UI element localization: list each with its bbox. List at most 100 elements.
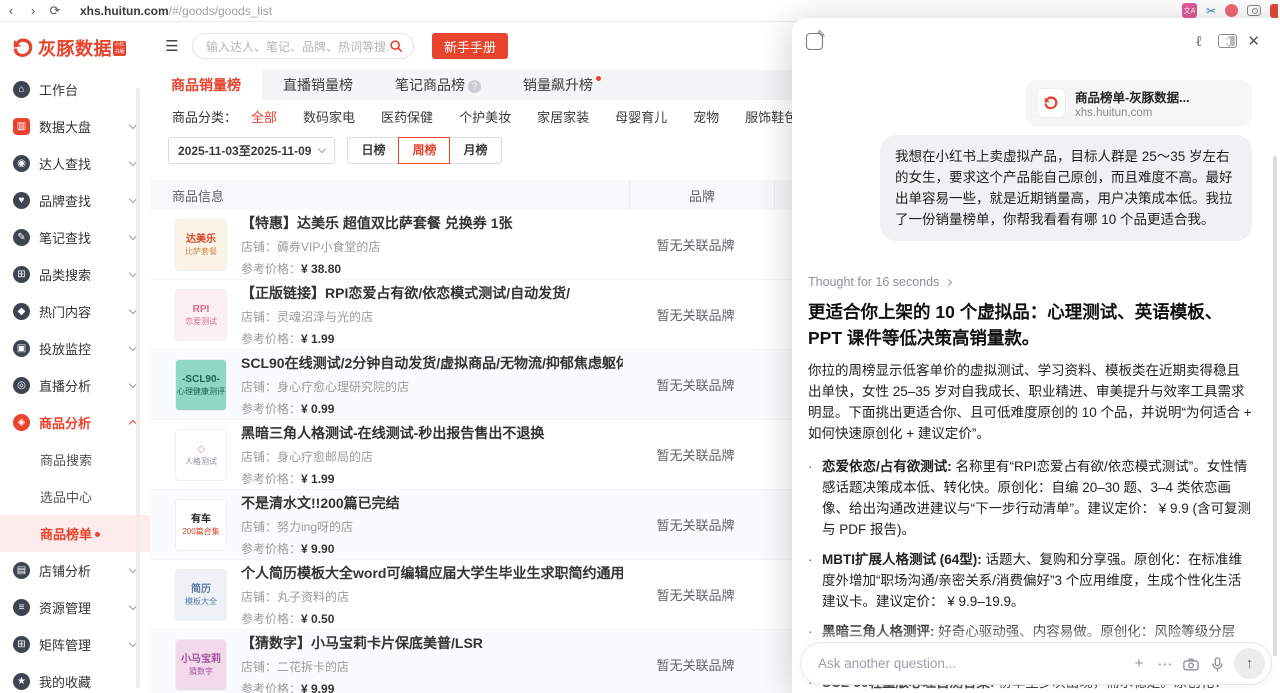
sidebar-item-note-search[interactable]: ✎ 笔记查找 — [0, 219, 150, 256]
sidebar-item-dashboard[interactable]: ▥ 数据大盘 — [0, 108, 150, 145]
list-item: ·MBTI扩展人格测试 (64型): 话题大、复购和分享强。原创化：在标准维度外… — [808, 549, 1252, 612]
tab-live-sales-ranking[interactable]: 直播销量榜 — [262, 70, 374, 100]
logo-text: 灰豚数据 — [38, 35, 112, 61]
product-title[interactable]: 不是清水文!!200篇已完结 — [241, 493, 623, 513]
sidebar-subitem-label: 选品中心 — [40, 487, 92, 506]
sidebar-item-workbench[interactable]: ⌂ 工作台 — [0, 71, 150, 108]
sidebar-item-favorites[interactable]: ★ 我的收藏 — [0, 663, 150, 693]
category-pets[interactable]: 宠物 — [693, 107, 719, 126]
sidebar-item-matrix-management[interactable]: ⊞ 矩阵管理 — [0, 626, 150, 663]
send-button[interactable]: ↑ — [1234, 648, 1265, 679]
daily-ranking-button[interactable]: 日榜 — [347, 137, 399, 164]
attach-plus-icon[interactable]: + — [1126, 655, 1152, 672]
beginner-manual-button[interactable]: 新手手册 — [432, 33, 508, 59]
live-analysis-icon: ◎ — [13, 377, 30, 394]
answer-title: 更适合你上架的 10 个虚拟品：心理测试、英语模板、PPT 课件等低决策高销量款… — [808, 299, 1252, 351]
sidebar-item-ads-monitor[interactable]: ▣ 投放监控 — [0, 330, 150, 367]
collapse-sidebar-icon[interactable]: ☰ — [158, 37, 186, 55]
category-home[interactable]: 家居家装 — [537, 107, 589, 126]
monthly-ranking-button[interactable]: 月榜 — [449, 137, 501, 164]
sidebar-item-brand-search[interactable]: ♥ 品牌查找 — [0, 182, 150, 219]
sidebar-scrollbar[interactable] — [136, 88, 140, 688]
source-page-url: xhs.huitun.com — [1075, 107, 1190, 119]
category-health[interactable]: 医药保健 — [381, 107, 433, 126]
reload-icon[interactable]: ⟳ — [44, 3, 66, 19]
category-digital[interactable]: 数码家电 — [303, 107, 355, 126]
goods-analysis-icon: ◈ — [13, 414, 30, 431]
translate-extension-icon[interactable]: 文A — [1182, 3, 1197, 18]
sidebar-subitem-goods-search[interactable]: 商品搜索 — [0, 441, 150, 478]
sidebar-item-shop-analysis[interactable]: ▤ 店铺分析 — [0, 552, 150, 589]
sidebar-item-live-analysis[interactable]: ◎ 直播分析 — [0, 367, 150, 404]
sidebar-item-label: 投放监控 — [39, 339, 91, 358]
sidebar-item-label: 数据大盘 — [39, 117, 91, 136]
sidebar-item-label: 品牌查找 — [39, 191, 91, 210]
panel-toolbar: ℓ ✕ — [792, 18, 1280, 64]
weekly-ranking-button[interactable]: 周榜 — [398, 137, 450, 164]
category-apparel[interactable]: 服饰鞋包 — [745, 107, 797, 126]
category-baby[interactable]: 母婴育儿 — [615, 107, 667, 126]
tab-goods-sales-ranking[interactable]: 商品销量榜 — [150, 70, 262, 100]
sidebar-item-label: 达人查找 — [39, 154, 91, 173]
sidebar-item-influencer-search[interactable]: ◉ 达人查找 — [0, 145, 150, 182]
search-icon[interactable] — [389, 39, 403, 53]
category-beauty[interactable]: 个护美妆 — [459, 107, 511, 126]
date-range-value: 2025-11-03至2025-11-09 — [178, 142, 311, 159]
source-page-card[interactable]: 商品榜单-灰豚数据... xhs.huitun.com — [1026, 80, 1252, 126]
product-thumbnail: ◇ 人格测试 — [175, 429, 227, 481]
sidebar-item-goods-analysis[interactable]: ◈ 商品分析 — [0, 404, 150, 441]
product-thumbnail: 小马宝莉 猜数字 — [175, 639, 227, 691]
product-title[interactable]: 黑暗三角人格测试-在线测试-秒出报告售出不退换 — [241, 423, 623, 443]
date-range-select[interactable]: 2025-11-03至2025-11-09 — [168, 137, 335, 164]
help-icon[interactable]: ? — [468, 80, 481, 93]
product-shop: 店铺：身心疗愈心理研究院的店 — [241, 378, 623, 395]
chat-input[interactable]: Ask another question... + ⋯ ↑ — [800, 642, 1272, 685]
scissors-extension-icon[interactable]: ✂ — [1206, 4, 1216, 18]
source-site-logo — [1036, 88, 1066, 118]
sidebar-subitem-selection-center[interactable]: 选品中心 — [0, 478, 150, 515]
assistant-panel: ℓ ✕ 商品榜单-灰豚数据... xhs.huitun.com 我想在小红书上卖… — [792, 18, 1280, 693]
brand-cell: 暂无关联品牌 — [623, 305, 768, 324]
category-search-icon: ⊞ — [13, 266, 30, 283]
tab-sales-surge-ranking[interactable]: 销量飙升榜 — [502, 70, 622, 100]
panel-scrollbar[interactable] — [1273, 156, 1277, 656]
clipped-extension-icon[interactable] — [1270, 4, 1278, 18]
global-search-input[interactable]: 输入达人、笔记、品牌、热词等搜... — [192, 33, 414, 59]
microphone-icon[interactable] — [1204, 655, 1230, 672]
pen-icon[interactable]: ℓ — [1195, 32, 1202, 51]
new-chat-icon[interactable] — [806, 33, 823, 50]
more-options-icon[interactable]: ⋯ — [1152, 655, 1178, 673]
close-icon[interactable]: ✕ — [1247, 32, 1260, 50]
tab-note-goods-ranking[interactable]: 笔记商品榜? — [374, 70, 502, 100]
address-bar[interactable]: xhs.huitun.com/#/goods/goods_list — [80, 4, 272, 18]
product-price: 参考价格：¥ 38.80 — [241, 260, 623, 277]
product-price: 参考价格：¥ 9.90 — [241, 540, 623, 557]
back-icon[interactable]: ‹ — [0, 3, 22, 18]
thought-toggle[interactable]: Thought for 16 seconds — [808, 275, 1252, 289]
huitun-logo-icon — [10, 35, 36, 61]
product-title[interactable]: 个人简历模板大全word可编辑应届大学生毕业生求职简约通用高端 — [241, 563, 623, 583]
category-all[interactable]: 全部 — [251, 107, 277, 126]
resource-icon: ≡ — [13, 599, 30, 616]
product-title[interactable]: SCL90在线测试/2分钟自动发货/虚拟商品/无物流/抑郁焦虑躯体化 — [241, 353, 623, 373]
answer-intro: 你拉的周榜显示低客单价的虚拟测试、学习资料、模板类在近期卖得稳且出单快，女性 2… — [808, 360, 1252, 444]
sidebar-item-label: 商品分析 — [39, 413, 91, 432]
sidebar-item-hot-content[interactable]: ◆ 热门内容 — [0, 293, 150, 330]
product-title[interactable]: 【特惠】达美乐 超值双比萨套餐 兑换券 1张 — [241, 213, 623, 233]
forward-icon[interactable]: › — [22, 3, 44, 18]
red-extension-icon[interactable] — [1225, 4, 1238, 17]
screenshot-camera-icon[interactable] — [1178, 655, 1204, 672]
hot-content-icon: ◆ — [13, 303, 30, 320]
camera-extension-icon[interactable] — [1247, 5, 1261, 16]
favorites-icon: ★ — [13, 673, 30, 690]
logo[interactable]: 灰豚数据 小红书版 — [0, 22, 150, 71]
note-search-icon: ✎ — [13, 229, 30, 246]
product-title[interactable]: 【正版链接】RPI恋爱占有欲/依恋模式测试/自动发货/ — [241, 283, 623, 303]
product-shop: 店铺：灵魂沼泽与光的店 — [241, 308, 623, 325]
sidebar-item-category-search[interactable]: ⊞ 品类搜索 — [0, 256, 150, 293]
sidebar-item-resource-management[interactable]: ≡ 资源管理 — [0, 589, 150, 626]
search-placeholder: 输入达人、笔记、品牌、热词等搜... — [206, 38, 389, 55]
brand-search-icon: ♥ — [13, 192, 30, 209]
product-title[interactable]: 【猜数字】小马宝莉卡片保底美普/LSR — [241, 633, 623, 653]
sidebar-subitem-goods-ranking[interactable]: 商品榜单 — [0, 515, 150, 552]
